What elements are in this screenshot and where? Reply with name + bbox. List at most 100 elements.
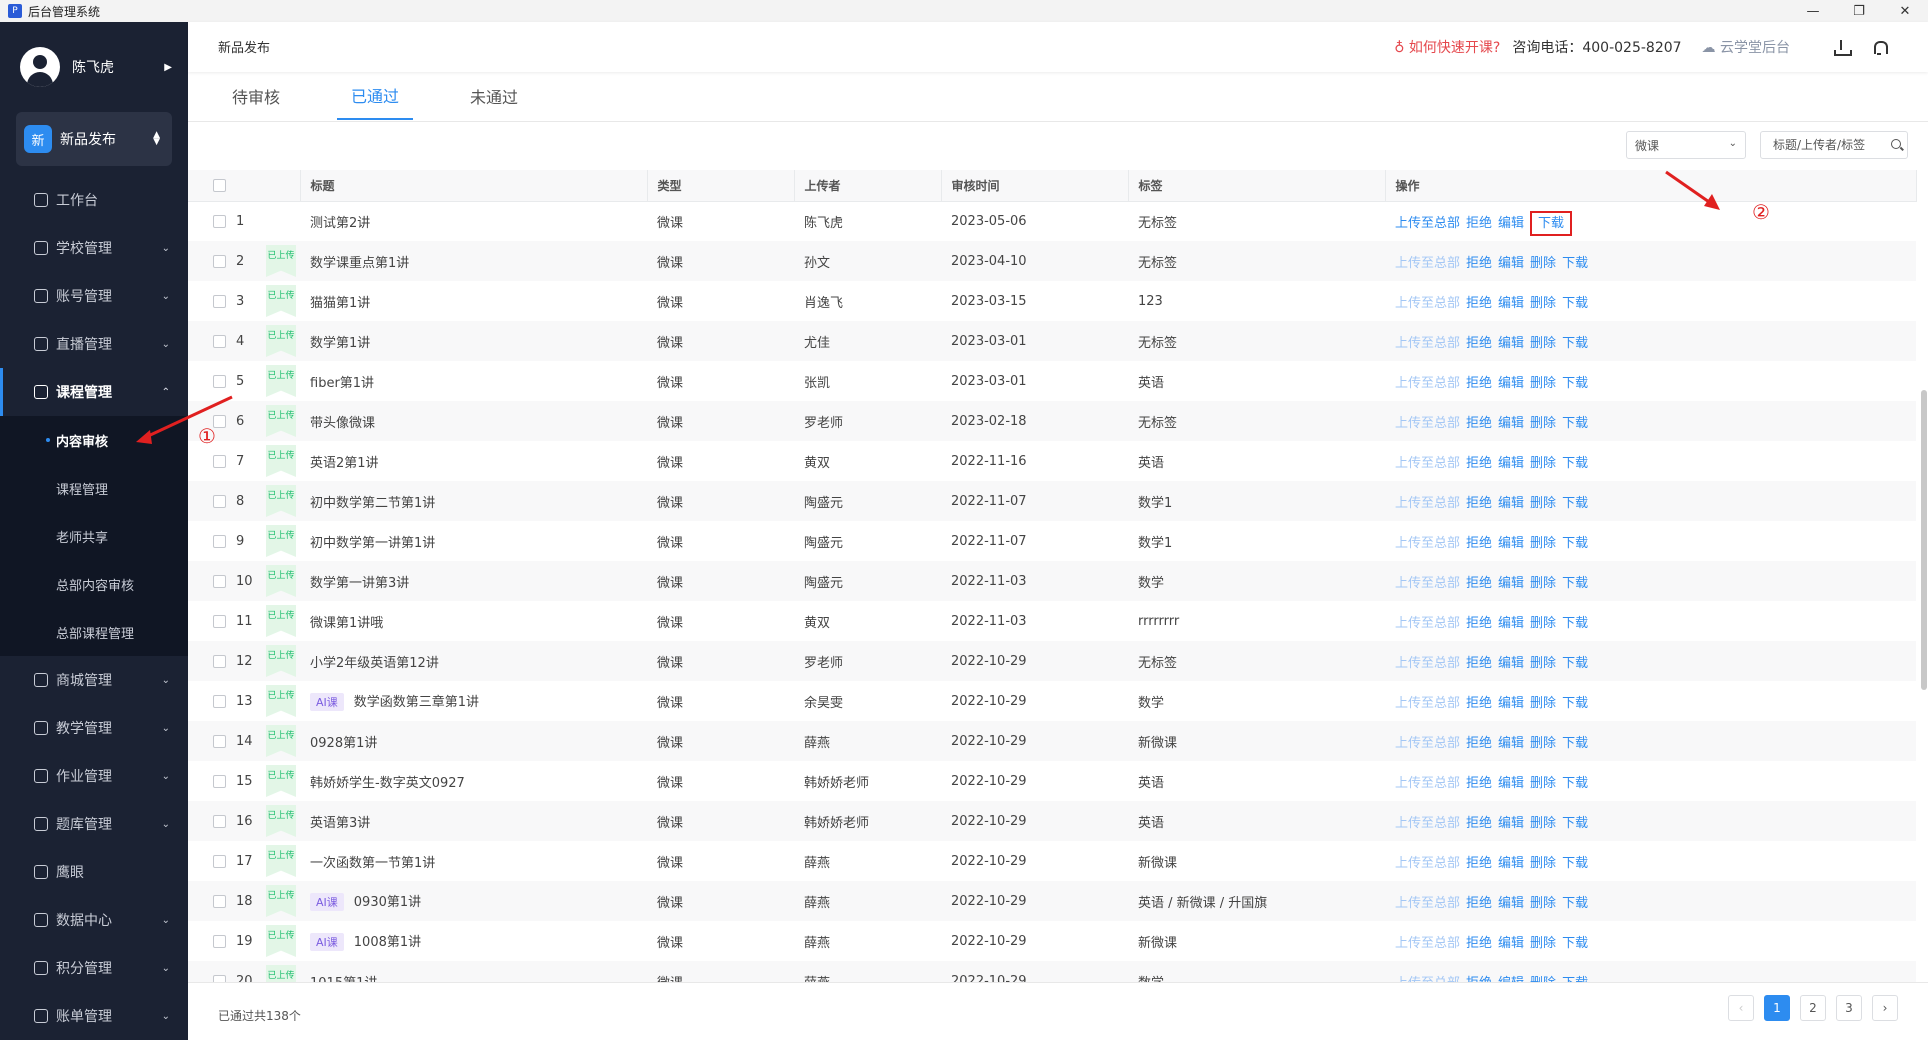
- row-checkbox[interactable]: [213, 454, 226, 468]
- download-button[interactable]: 下载: [1562, 416, 1588, 431]
- select-all-checkbox[interactable]: [213, 179, 226, 193]
- scrollbar-thumb[interactable]: [1921, 390, 1927, 690]
- row-checkbox[interactable]: [213, 494, 226, 508]
- submenu-item[interactable]: 课程管理: [0, 464, 188, 512]
- download-button[interactable]: 下载: [1562, 576, 1588, 591]
- download-button[interactable]: 下载: [1562, 936, 1588, 951]
- reject-button[interactable]: 拒绝: [1466, 736, 1492, 751]
- edit-button[interactable]: 编辑: [1498, 456, 1524, 471]
- sidebar-item-data[interactable]: 数据中心 ⌄: [0, 896, 188, 944]
- reject-button[interactable]: 拒绝: [1466, 656, 1492, 671]
- sidebar-item-shop[interactable]: 商城管理 ⌄: [0, 656, 188, 704]
- col-tags[interactable]: 标签: [1128, 170, 1386, 202]
- delete-button[interactable]: 删除: [1530, 256, 1556, 271]
- row-checkbox[interactable]: [213, 934, 226, 948]
- reject-button[interactable]: 拒绝: [1466, 816, 1492, 831]
- edit-button[interactable]: 编辑: [1498, 856, 1524, 871]
- edit-button[interactable]: 编辑: [1498, 256, 1524, 271]
- submenu-item[interactable]: 内容审核: [0, 416, 188, 464]
- download-button[interactable]: 下载: [1562, 296, 1588, 311]
- sidebar-item-teach[interactable]: 教学管理 ⌄: [0, 704, 188, 752]
- col-uploader[interactable]: 上传者: [794, 170, 942, 202]
- row-checkbox[interactable]: [213, 254, 226, 268]
- maximize-icon[interactable]: ❐: [1836, 0, 1882, 22]
- delete-button[interactable]: 删除: [1530, 816, 1556, 831]
- edit-button[interactable]: 编辑: [1498, 736, 1524, 751]
- edit-button[interactable]: 编辑: [1498, 696, 1524, 711]
- reject-button[interactable]: 拒绝: [1466, 416, 1492, 431]
- tab-pending[interactable]: 待审核: [218, 72, 294, 120]
- delete-button[interactable]: 删除: [1530, 496, 1556, 511]
- row-checkbox[interactable]: [213, 894, 226, 908]
- store-selector[interactable]: 新 新品发布 ▲ ▼: [16, 112, 172, 166]
- edit-button[interactable]: 编辑: [1498, 536, 1524, 551]
- reject-button[interactable]: 拒绝: [1466, 296, 1492, 311]
- upload-to-hq-button[interactable]: 上传至总部: [1395, 336, 1460, 351]
- reject-button[interactable]: 拒绝: [1466, 376, 1492, 391]
- download-button[interactable]: 下载: [1562, 656, 1588, 671]
- row-checkbox[interactable]: [213, 854, 226, 868]
- download-button[interactable]: 下载: [1562, 776, 1588, 791]
- delete-button[interactable]: 删除: [1530, 536, 1556, 551]
- sidebar-item-question-bank[interactable]: 题库管理 ⌄: [0, 800, 188, 848]
- download-button[interactable]: 下载: [1562, 616, 1588, 631]
- reject-button[interactable]: 拒绝: [1466, 256, 1492, 271]
- edit-button[interactable]: 编辑: [1498, 416, 1524, 431]
- reject-button[interactable]: 拒绝: [1466, 776, 1492, 791]
- upload-to-hq-button[interactable]: 上传至总部: [1395, 736, 1460, 751]
- upload-to-hq-button[interactable]: 上传至总部: [1395, 696, 1460, 711]
- download-button[interactable]: 下载: [1562, 736, 1588, 751]
- row-checkbox[interactable]: [213, 374, 226, 388]
- download-button[interactable]: 下载: [1562, 696, 1588, 711]
- tab-rejected[interactable]: 未通过: [456, 72, 532, 120]
- upload-to-hq-button[interactable]: 上传至总部: [1395, 536, 1460, 551]
- delete-button[interactable]: 删除: [1530, 696, 1556, 711]
- edit-button[interactable]: 编辑: [1498, 296, 1524, 311]
- row-checkbox[interactable]: [213, 214, 226, 228]
- submenu-item[interactable]: 总部课程管理: [0, 608, 188, 656]
- reject-button[interactable]: 拒绝: [1466, 616, 1492, 631]
- download-button[interactable]: 下载: [1562, 496, 1588, 511]
- col-title[interactable]: 标题: [300, 170, 648, 202]
- delete-button[interactable]: 删除: [1530, 296, 1556, 311]
- edit-button[interactable]: 编辑: [1498, 576, 1524, 591]
- upload-to-hq-button[interactable]: 上传至总部: [1395, 416, 1460, 431]
- reject-button[interactable]: 拒绝: [1466, 896, 1492, 911]
- minimize-icon[interactable]: —: [1790, 0, 1836, 22]
- row-checkbox[interactable]: [213, 814, 226, 828]
- download-button[interactable]: 下载: [1562, 856, 1588, 871]
- reject-button[interactable]: 拒绝: [1466, 856, 1492, 871]
- row-checkbox[interactable]: [213, 694, 226, 708]
- delete-button[interactable]: 删除: [1530, 376, 1556, 391]
- row-checkbox[interactable]: [213, 574, 226, 588]
- delete-button[interactable]: 删除: [1530, 416, 1556, 431]
- upload-to-hq-button[interactable]: 上传至总部: [1395, 656, 1460, 671]
- edit-button[interactable]: 编辑: [1498, 496, 1524, 511]
- download-button[interactable]: 下载: [1562, 816, 1588, 831]
- download-button[interactable]: 下载: [1530, 210, 1573, 236]
- sidebar-item-monitor[interactable]: 工作台: [0, 176, 188, 224]
- download-button[interactable]: 下载: [1562, 336, 1588, 351]
- upload-to-hq-button[interactable]: 上传至总部: [1395, 816, 1460, 831]
- upload-to-hq-button[interactable]: 上传至总部: [1395, 216, 1460, 231]
- sidebar-item-homework[interactable]: 作业管理 ⌄: [0, 752, 188, 800]
- edit-button[interactable]: 编辑: [1498, 936, 1524, 951]
- row-checkbox[interactable]: [213, 294, 226, 308]
- sidebar-item-bill[interactable]: 账单管理 ⌄: [0, 992, 188, 1040]
- upload-to-hq-button[interactable]: 上传至总部: [1395, 456, 1460, 471]
- delete-button[interactable]: 删除: [1530, 936, 1556, 951]
- reject-button[interactable]: 拒绝: [1466, 216, 1492, 231]
- page-3-button[interactable]: 3: [1836, 995, 1862, 1021]
- upload-to-hq-button[interactable]: 上传至总部: [1395, 936, 1460, 951]
- download-button[interactable]: 下载: [1562, 536, 1588, 551]
- reject-button[interactable]: 拒绝: [1466, 936, 1492, 951]
- row-checkbox[interactable]: [213, 774, 226, 788]
- upload-to-hq-button[interactable]: 上传至总部: [1395, 376, 1460, 391]
- delete-button[interactable]: 删除: [1530, 896, 1556, 911]
- bell-icon[interactable]: [1870, 38, 1888, 56]
- edit-button[interactable]: 编辑: [1498, 376, 1524, 391]
- page-2-button[interactable]: 2: [1800, 995, 1826, 1021]
- delete-button[interactable]: 删除: [1530, 656, 1556, 671]
- brand-link[interactable]: ☁ 云学堂后台: [1702, 37, 1790, 57]
- upload-to-hq-button[interactable]: 上传至总部: [1395, 616, 1460, 631]
